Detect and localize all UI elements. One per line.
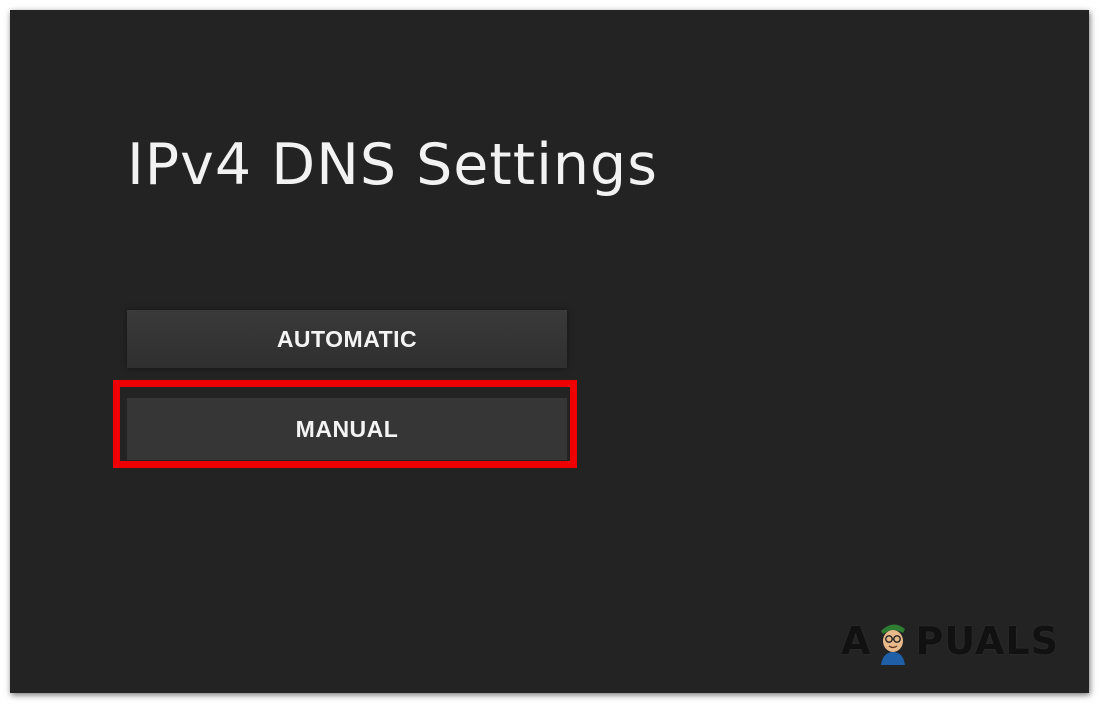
mascot-icon	[881, 624, 906, 665]
appuals-watermark: A PUALS	[841, 617, 1059, 665]
manual-option-label: MANUAL	[295, 415, 399, 442]
automatic-option-button[interactable]: AUTOMATIC	[127, 310, 567, 368]
manual-option-button[interactable]: MANUAL	[127, 398, 567, 460]
screen-frame: IPv4 DNS Settings AUTOMATIC MANUAL A PUA…	[10, 10, 1089, 693]
watermark-text-left: A	[841, 619, 872, 663]
page-title: IPv4 DNS Settings	[127, 132, 658, 198]
automatic-option-label: AUTOMATIC	[276, 325, 418, 352]
watermark-text-right: PUALS	[915, 619, 1059, 663]
